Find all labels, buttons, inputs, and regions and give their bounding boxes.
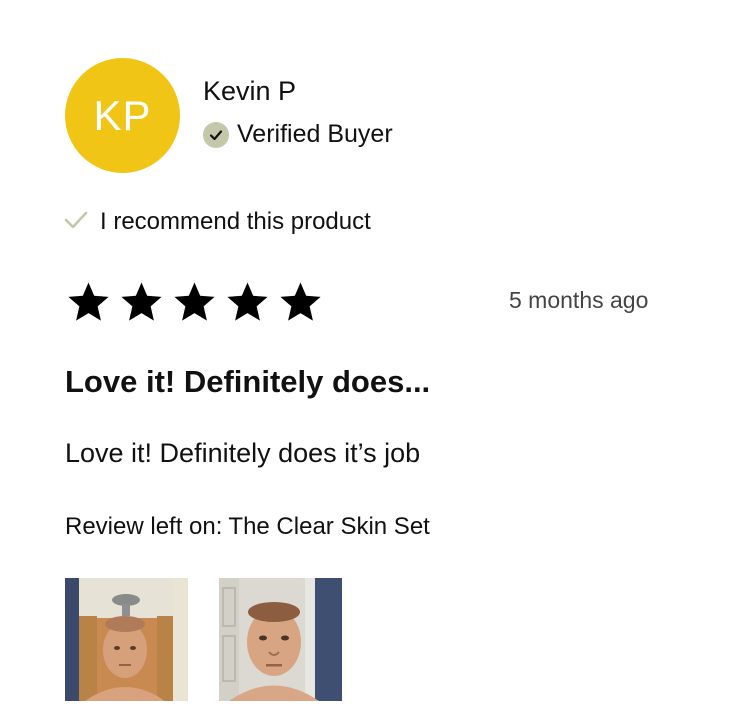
verified-check-icon [203, 121, 229, 148]
review-photo-1[interactable] [65, 578, 188, 701]
star-icon [227, 282, 268, 321]
review-card: KP Kevin P Verified Buyer I recommend th… [0, 0, 742, 728]
review-photo-thumbnail-icon [65, 578, 188, 701]
star-rating [64, 281, 325, 323]
avatar-initials: KP [93, 91, 152, 139]
review-product-prefix: Review left on: [65, 513, 223, 540]
recommend-label: I recommend this product [100, 208, 371, 235]
avatar: KP [65, 58, 180, 173]
star-icon [68, 282, 109, 321]
verified-buyer-badge: Verified Buyer [203, 120, 393, 149]
review-photo-thumbnail-icon [219, 578, 342, 701]
recommend-check-icon [64, 210, 88, 235]
star-icon [280, 282, 321, 321]
review-body: Love it! Definitely does it’s job [65, 438, 421, 468]
star-icon [174, 282, 215, 321]
review-product-name: The Clear Skin Set [228, 513, 430, 540]
review-photo-2[interactable] [219, 578, 342, 701]
star-icon [121, 282, 162, 321]
review-product: Review left on: The Clear Skin Set [65, 513, 430, 541]
review-date: 5 months ago [509, 287, 649, 313]
reviewer-name: Kevin P [203, 76, 297, 106]
review-title: Love it! Definitely does... [65, 364, 431, 399]
verified-buyer-label: Verified Buyer [237, 120, 393, 148]
recommendation-row: I recommend this product [64, 208, 371, 236]
